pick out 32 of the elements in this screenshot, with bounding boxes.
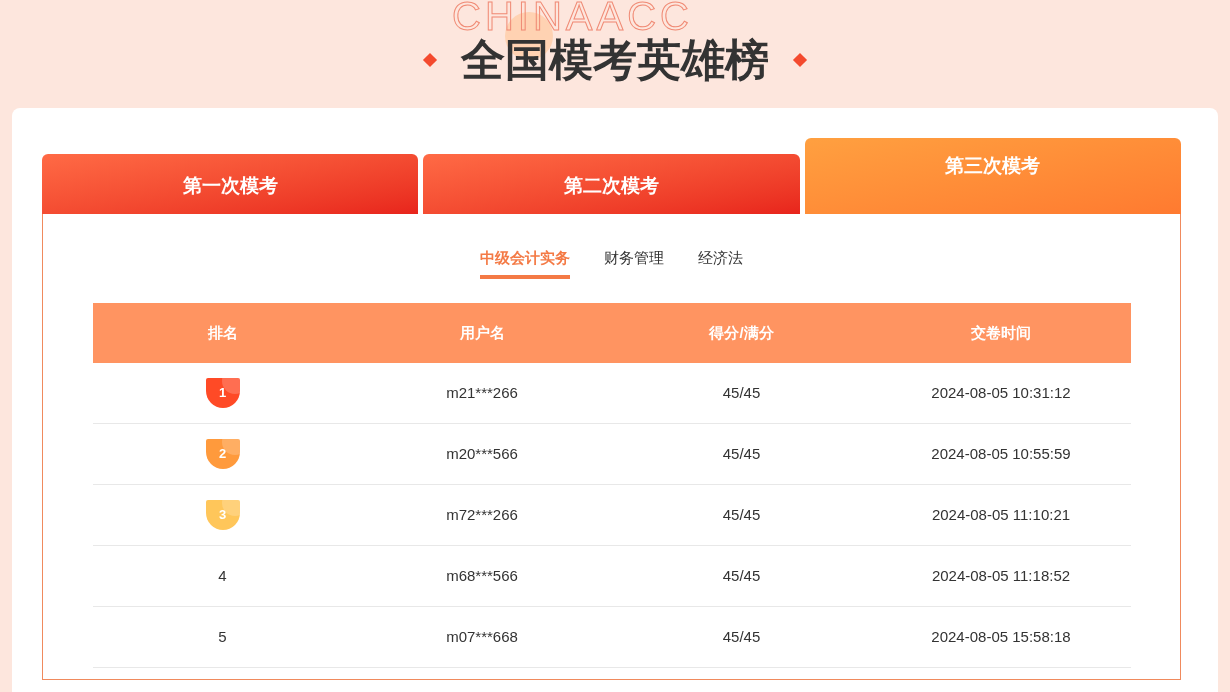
exam-tab[interactable]: 第三次模考 [804,138,1181,214]
rank-number: 5 [218,626,227,647]
rank-medal: 3 [205,500,240,530]
username: m21***266 [446,383,518,401]
username: m07***668 [446,627,518,645]
rank-medal: 2 [205,439,240,469]
username: m72***266 [446,505,518,523]
subject-tab[interactable]: 中级会计实务 [480,242,570,279]
submit-time: 2024-08-05 10:55:59 [931,444,1071,462]
score: 45/45 [722,627,761,645]
submit-time: 2024-08-05 11:18:52 [931,566,1071,584]
exam-tab[interactable]: 第二次模考 [423,154,800,214]
column-header: 得分/满分 [708,322,775,343]
subject-tab[interactable]: 财务管理 [604,242,664,279]
username: m68***566 [446,566,518,584]
rank-medal: 1 [205,378,240,408]
rank-number: 4 [218,565,227,586]
score: 45/45 [722,444,761,462]
column-header: 用户名 [458,322,506,343]
subject-tab[interactable]: 经济法 [698,242,743,279]
score: 45/45 [722,383,761,401]
username: m20***566 [446,444,518,462]
background-word: CHINAACC [452,0,693,32]
exam-tab[interactable]: 第一次模考 [42,154,419,214]
page-title: 全国模考英雄榜 [461,36,769,84]
submit-time: 2024-08-05 15:58:18 [931,627,1071,645]
column-header: 交卷时间 [970,322,1032,343]
score: 45/45 [722,566,761,584]
submit-time: 2024-08-05 10:31:12 [931,383,1071,401]
column-header: 排名 [206,322,239,343]
submit-time: 2024-08-05 11:10:21 [931,505,1071,523]
score: 45/45 [722,505,761,523]
